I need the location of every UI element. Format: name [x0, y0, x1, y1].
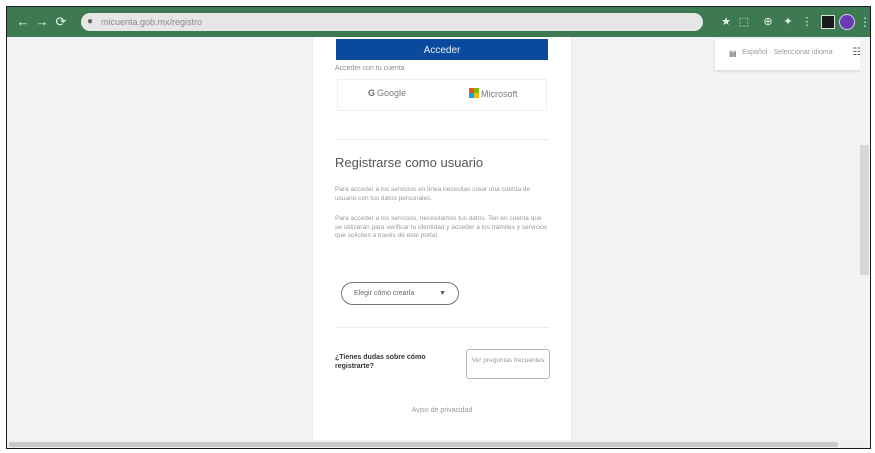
social-login-box: G Google Microsoft [337, 79, 547, 111]
dark-extension-icon[interactable] [821, 15, 835, 29]
address-bar[interactable]: ● micuenta.gob.mx/registro [81, 13, 703, 31]
google-login-button[interactable]: G Google [368, 88, 406, 98]
vertical-scrollbar[interactable] [860, 145, 869, 275]
google-icon: G [368, 88, 376, 98]
browser-toolbar: ← → ⟳ ● micuenta.gob.mx/registro ★ ⬚ ⊕ ✦… [7, 7, 870, 37]
reload-icon[interactable]: ⟳ [53, 14, 69, 30]
tab-search-icon[interactable]: ⬚ [737, 15, 751, 29]
register-paragraph-1: Para acceder a los servicios en línea ne… [335, 186, 531, 202]
chevron-down-icon: ▼ [439, 290, 446, 297]
flag-icon: ▤ [729, 49, 737, 58]
page-content: Acceder Acceder con tu cuenta G Google Mi… [7, 37, 870, 448]
back-icon[interactable]: ← [15, 14, 31, 30]
register-paragraph-2: Para acceder a los servicios, necesitamo… [335, 215, 548, 239]
lock-icon: ● [87, 16, 94, 27]
google-label: Google [377, 88, 407, 98]
horizontal-scrollbar[interactable] [9, 442, 838, 447]
alt-login-label: Acceder con tu cuenta [335, 65, 405, 72]
language-text[interactable]: Español · Seleccionar idioma [742, 49, 833, 56]
section-divider [335, 139, 549, 140]
faq-button[interactable]: Ver preguntas frecuentes [466, 349, 550, 379]
browser-menu-icon[interactable]: ⋮ [859, 14, 870, 30]
privacy-link[interactable]: Aviso de privacidad [313, 407, 571, 414]
microsoft-login-button[interactable]: Microsoft [469, 88, 518, 99]
register-heading: Registrarse como usuario [335, 155, 484, 170]
zoom-icon[interactable]: ⊕ [761, 15, 775, 29]
url-text[interactable]: micuenta.gob.mx/registro [101, 16, 202, 28]
language-popup: ▤ Español · Seleccionar idioma ☷ [715, 39, 869, 70]
browser-window: ← → ⟳ ● micuenta.gob.mx/registro ★ ⬚ ⊕ ✦… [6, 6, 871, 449]
dropdown-label: Elegir cómo crearla [354, 290, 415, 297]
microsoft-icon [469, 88, 479, 98]
microsoft-label: Microsoft [481, 89, 518, 99]
register-method-dropdown[interactable]: Elegir cómo crearla ▼ [341, 282, 459, 305]
login-button[interactable]: Acceder [336, 39, 548, 60]
forward-icon[interactable]: → [34, 14, 50, 30]
section-divider [335, 327, 549, 328]
profile-avatar[interactable] [839, 14, 855, 30]
extension-icon[interactable]: ✦ [781, 15, 795, 29]
registration-card: Acceder Acceder con tu cuenta G Google Mi… [313, 37, 571, 442]
more-extensions-icon[interactable]: ⋮ [800, 15, 814, 29]
help-text: ¿Tienes dudas sobre cómo registrarte? [335, 354, 426, 370]
bookmark-icon[interactable]: ★ [719, 15, 733, 29]
